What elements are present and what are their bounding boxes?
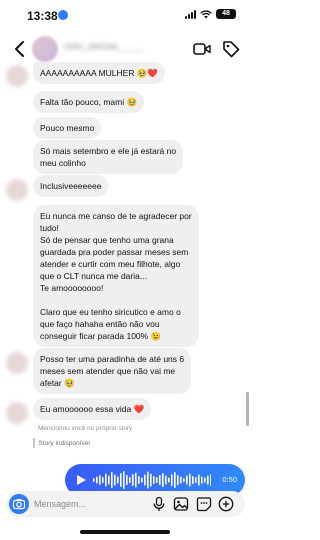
waveform-bar xyxy=(147,471,149,489)
message-bubble[interactable]: Eu nunca me canso de te agradecer por tu… xyxy=(33,205,199,347)
waveform-bar xyxy=(105,473,107,487)
mention-note: Mencionou você no próprio story xyxy=(38,425,133,432)
waveform-bar xyxy=(126,475,128,485)
waveform-bar xyxy=(150,473,152,487)
waveform-bar xyxy=(210,474,211,486)
waveform-bar xyxy=(168,477,170,483)
back-button[interactable] xyxy=(12,40,28,58)
waveform-bar xyxy=(192,476,194,484)
waveform-bar xyxy=(153,476,155,484)
avatar xyxy=(6,402,28,424)
play-icon[interactable] xyxy=(75,474,87,486)
waveform-bar xyxy=(174,472,176,488)
scrollbar[interactable] xyxy=(246,392,249,426)
wifi-icon xyxy=(200,9,212,18)
waveform-bar xyxy=(114,474,116,486)
contact-avatar[interactable] xyxy=(32,36,58,62)
avatar xyxy=(6,179,28,201)
message-bubble[interactable]: Inclusiveeeeeee xyxy=(33,175,109,197)
camera-button[interactable] xyxy=(9,494,29,514)
video-call-button[interactable] xyxy=(193,41,211,57)
waveform-bar xyxy=(207,475,209,485)
waveform-bar xyxy=(99,475,101,485)
waveform-bar xyxy=(138,476,140,484)
tag-icon[interactable] xyxy=(222,40,240,58)
waveform-bar xyxy=(129,477,131,483)
waveform-bar xyxy=(180,476,182,484)
waveform-bar xyxy=(135,472,137,488)
waveform-bar xyxy=(108,475,110,485)
waveform-bar xyxy=(159,475,161,485)
message-bubble[interactable]: Só mais setembro e ele já estará no meu … xyxy=(33,140,184,174)
waveform-bar xyxy=(183,478,185,482)
home-indicator xyxy=(80,530,170,534)
avatar xyxy=(6,352,28,374)
waveform-bar xyxy=(156,477,158,483)
waveform-bar xyxy=(141,477,143,483)
status-time: 13:38 xyxy=(27,9,58,23)
message-bubble[interactable]: Posso ter uma paradinha de até uns 6 mes… xyxy=(33,348,192,394)
waveform-bar xyxy=(165,475,167,485)
waveform-bar xyxy=(96,476,98,484)
waveform-bar xyxy=(123,471,125,489)
avatar xyxy=(6,65,28,87)
waveform-bar xyxy=(171,474,173,486)
story-note: Story indisponível xyxy=(33,438,90,448)
contact-name[interactable]: suko_pancaa_____ xyxy=(64,41,174,55)
message-bubble[interactable]: Falta tão pouco, mami 🥹 xyxy=(33,91,145,113)
waveform-bar xyxy=(144,474,146,486)
message-input[interactable] xyxy=(34,495,144,513)
story-reply-bar xyxy=(33,438,35,448)
waveform-bar xyxy=(93,478,95,482)
waveform-bar xyxy=(162,473,164,487)
message-bubble[interactable]: Pouco mesmo xyxy=(33,117,102,139)
message-composer xyxy=(6,491,245,517)
waveform-bar xyxy=(204,477,206,483)
message-bubble[interactable]: AAAAAAAAAA MULHER 🥹❤️ xyxy=(33,62,166,84)
waveform-bar xyxy=(189,473,191,487)
gallery-icon[interactable] xyxy=(173,496,189,512)
message-thread[interactable]: AAAAAAAAAA MULHER 🥹❤️ Falta tão pouco, m… xyxy=(0,62,250,455)
microphone-icon[interactable] xyxy=(151,496,167,512)
status-icons: 48 xyxy=(185,9,236,19)
waveform-bar xyxy=(120,473,122,487)
voice-duration: 0:50 xyxy=(222,475,237,484)
waveform-bar xyxy=(195,477,197,483)
waveform-bar xyxy=(198,474,200,486)
waveform-bar xyxy=(186,475,188,485)
sticker-icon[interactable] xyxy=(196,496,212,512)
waveform-bar xyxy=(117,476,119,484)
add-icon[interactable] xyxy=(218,496,234,512)
waveform-bar xyxy=(177,475,179,485)
battery-icon: 48 xyxy=(216,9,236,19)
waveform[interactable] xyxy=(93,469,211,491)
message-bubble[interactable]: Eu amoooooo essa vida ❤️ xyxy=(33,398,152,420)
waveform-bar xyxy=(111,472,113,488)
waveform-bar xyxy=(201,476,203,484)
waveform-bar xyxy=(102,477,104,483)
location-icon xyxy=(58,10,68,20)
story-unavailable-label: Story indisponível xyxy=(38,439,90,447)
signal-icon xyxy=(185,9,196,19)
waveform-bar xyxy=(132,474,134,486)
status-bar: 13:38 48 xyxy=(0,0,250,30)
